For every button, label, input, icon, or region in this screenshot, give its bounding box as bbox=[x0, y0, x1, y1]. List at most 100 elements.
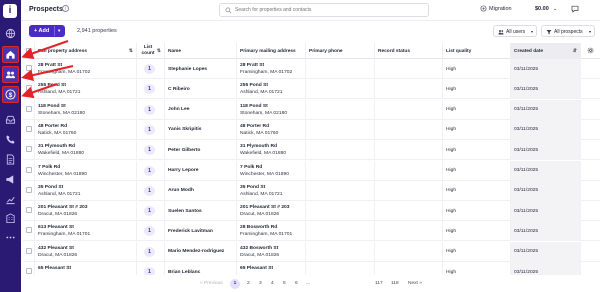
page-link[interactable]: 118 bbox=[391, 281, 399, 286]
col-list-quality[interactable]: List quality bbox=[443, 43, 511, 59]
search-bar[interactable] bbox=[219, 3, 429, 17]
property-street[interactable]: 48 Porter Rd bbox=[38, 124, 67, 129]
list-count-badge[interactable]: 1 bbox=[144, 64, 155, 74]
document-icon[interactable] bbox=[4, 153, 17, 166]
property-street[interactable]: 118 Pond St bbox=[38, 104, 66, 109]
list-count-badge[interactable]: 1 bbox=[144, 246, 155, 257]
page-link[interactable]: 1 bbox=[230, 279, 240, 289]
chart-icon[interactable] bbox=[4, 193, 17, 206]
megaphone-icon[interactable] bbox=[4, 173, 17, 186]
logo[interactable]: i bbox=[3, 4, 17, 18]
balance-display[interactable]: $0.00 bbox=[535, 6, 549, 12]
col-name[interactable]: Name bbox=[165, 43, 237, 59]
property-street[interactable]: 7 Polk Rd bbox=[38, 165, 60, 170]
row-checkbox[interactable] bbox=[26, 65, 32, 71]
row-checkbox[interactable] bbox=[26, 166, 32, 173]
property-street[interactable]: 31 Plymouth Rd bbox=[38, 144, 75, 149]
property-street[interactable]: 28 Pratt St bbox=[38, 63, 62, 68]
list-count-badge[interactable]: 1 bbox=[144, 165, 155, 176]
row-checkbox[interactable] bbox=[26, 85, 32, 92]
phone-icon[interactable] bbox=[4, 133, 17, 146]
list-count-badge[interactable]: 1 bbox=[144, 185, 155, 196]
table-row[interactable]: 613 Pleasant St Framingham, MA 01701 1 Fred… bbox=[23, 221, 600, 242]
prospects-filter[interactable]: All prospects ▾ bbox=[541, 25, 595, 37]
table-row[interactable]: 48 Porter Rd Natick, MA 01760 1 Yanis Skrip… bbox=[23, 119, 600, 140]
table-row[interactable]: 28 Pratt St Framingham, MA 01702 1 Stephani… bbox=[23, 59, 600, 79]
info-icon[interactable]: i bbox=[62, 5, 69, 12]
col-full-property-address[interactable]: Full property address ⇅ bbox=[35, 43, 137, 59]
sort-icon[interactable]: ⇅ bbox=[129, 48, 133, 54]
page-link[interactable]: 5 bbox=[283, 281, 286, 286]
row-checkbox[interactable] bbox=[26, 227, 32, 234]
chevron-down-icon[interactable]: ▾ bbox=[58, 28, 60, 34]
page-link[interactable]: 117 bbox=[375, 281, 383, 286]
table-row[interactable]: 7 Polk Rd Winchester, MA 01890 1 Harry Lepo… bbox=[23, 160, 600, 181]
list-count-badge[interactable]: 1 bbox=[144, 104, 155, 115]
property-street[interactable]: 255 Pond St bbox=[38, 83, 66, 88]
list-count-badge[interactable]: 1 bbox=[144, 84, 155, 95]
sort-icon[interactable]: ⇅ bbox=[157, 48, 161, 54]
owner-name[interactable]: Arun Modh bbox=[168, 188, 194, 193]
column-settings[interactable] bbox=[581, 43, 600, 59]
owner-name[interactable]: Harry Lepore bbox=[168, 168, 198, 173]
property-street[interactable]: 65 Pleasant St bbox=[38, 266, 71, 271]
table-row[interactable]: 432 Pleasant St Dracut, MA 01826 1 Mario Me… bbox=[23, 241, 600, 262]
property-street[interactable]: 613 Pleasant St bbox=[38, 225, 74, 230]
users-filter[interactable]: All users ▾ bbox=[493, 25, 537, 37]
row-checkbox[interactable] bbox=[26, 247, 32, 254]
migration-button[interactable]: Migration bbox=[489, 6, 512, 12]
table-row[interactable]: 255 Pond St Ashland, MA 01721 1 C Ribeiro 25… bbox=[23, 79, 600, 100]
owner-name[interactable]: John Lee bbox=[168, 107, 189, 112]
owner-name[interactable]: Stephanie Lopes bbox=[168, 67, 207, 72]
table-row[interactable]: 65 Pleasant St 1 Brian Leblanc 65 Pleasant … bbox=[23, 262, 600, 275]
table-row[interactable]: 118 Pond St Stoneham, MA 02180 1 John Lee 11… bbox=[23, 99, 600, 120]
building-icon[interactable] bbox=[4, 212, 17, 225]
owner-name[interactable]: Peter Gilberto bbox=[168, 148, 200, 153]
sort-desc-icon[interactable]: ⇵ bbox=[573, 48, 577, 54]
row-checkbox[interactable] bbox=[26, 268, 32, 274]
owner-name[interactable]: Yanis Skripitis bbox=[168, 127, 201, 132]
property-street[interactable]: 432 Pleasant St bbox=[38, 246, 74, 251]
table-row[interactable]: 31 Plymouth Rd Wakefield, MA 01880 1 Peter … bbox=[23, 140, 600, 161]
chevron-down-icon[interactable]: ⌄ bbox=[553, 6, 557, 12]
next-page-link[interactable]: Next » bbox=[408, 281, 422, 286]
col-record-status[interactable]: Record status bbox=[375, 43, 443, 59]
prev-page-link[interactable]: « Previous bbox=[200, 281, 223, 286]
gear-icon[interactable] bbox=[587, 47, 594, 54]
page-link[interactable]: 6 bbox=[295, 281, 298, 286]
page-link[interactable]: 2 bbox=[247, 281, 250, 286]
row-checkbox[interactable] bbox=[26, 105, 32, 112]
col-primary-phone[interactable]: Primary phone bbox=[306, 43, 375, 59]
chat-icon[interactable] bbox=[571, 5, 579, 13]
property-street[interactable]: 35 Pond St bbox=[38, 185, 63, 190]
col-created-date[interactable]: Created date ⇵ bbox=[511, 43, 581, 59]
owner-name[interactable]: Mario Mendez-rodriguez bbox=[168, 249, 224, 254]
owner-name[interactable]: Frederick Lavitman bbox=[168, 229, 213, 234]
owner-name[interactable]: C Ribeiro bbox=[168, 87, 190, 92]
list-count-badge[interactable]: 1 bbox=[144, 124, 155, 135]
list-count-badge[interactable]: 1 bbox=[144, 267, 155, 275]
list-count-badge[interactable]: 1 bbox=[144, 206, 155, 217]
page-link[interactable]: 4 bbox=[271, 281, 274, 286]
migration-icon[interactable] bbox=[480, 5, 487, 12]
globe-icon[interactable] bbox=[4, 27, 17, 40]
add-button[interactable]: + Add ▾ bbox=[29, 25, 65, 37]
row-checkbox[interactable] bbox=[26, 146, 32, 153]
table-row[interactable]: 201 Pleasant St # 203 Dracut, MA 01826 1 Su… bbox=[23, 201, 600, 222]
row-checkbox[interactable] bbox=[26, 207, 32, 214]
select-all-checkbox[interactable] bbox=[26, 48, 32, 54]
row-checkbox[interactable] bbox=[26, 186, 32, 193]
search-input[interactable] bbox=[235, 5, 425, 15]
owner-name[interactable]: Brian Leblanc bbox=[168, 270, 200, 275]
owner-name[interactable]: Suelen Santos bbox=[168, 209, 202, 214]
more-icon[interactable] bbox=[4, 231, 17, 244]
list-count-badge[interactable]: 1 bbox=[144, 145, 155, 156]
col-list-count[interactable]: List count ⇅ bbox=[137, 43, 165, 59]
col-primary-mailing-address[interactable]: Primary mailing address bbox=[237, 43, 306, 59]
property-street[interactable]: 201 Pleasant St # 203 bbox=[38, 205, 87, 210]
table-row[interactable]: 35 Pond St Ashland, MA 01721 1 Arun Modh 35 … bbox=[23, 180, 600, 201]
inbox-icon[interactable] bbox=[4, 113, 17, 126]
list-count-badge[interactable]: 1 bbox=[144, 226, 155, 237]
page-link[interactable]: 3 bbox=[259, 281, 262, 286]
row-checkbox[interactable] bbox=[26, 125, 32, 132]
